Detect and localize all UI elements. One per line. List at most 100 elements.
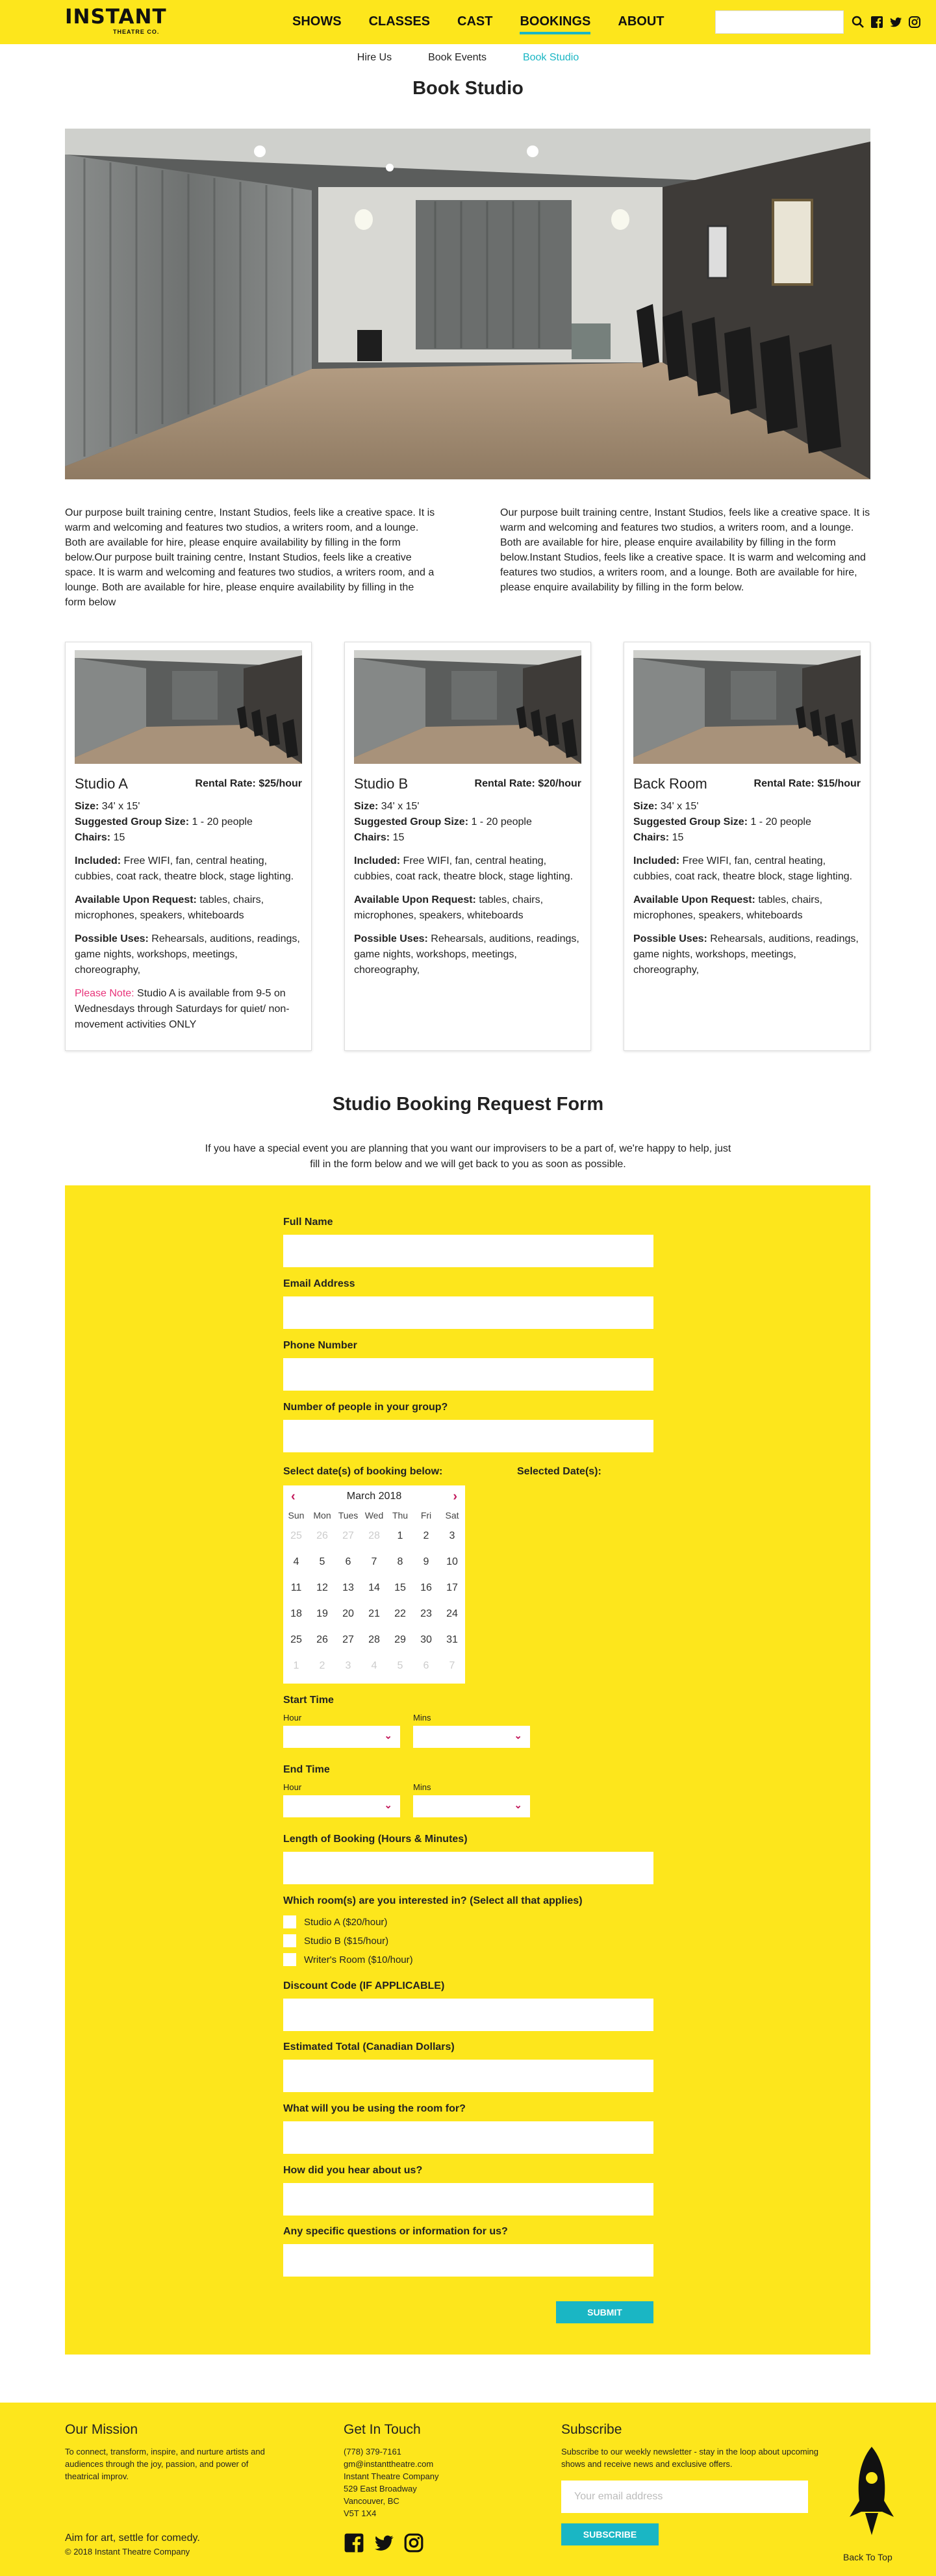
- contact-column: Get In Touch (778) 379-7161 gm@instantth…: [344, 2422, 500, 2519]
- calendar-day[interactable]: 24: [439, 1601, 465, 1627]
- instagram-icon[interactable]: [908, 16, 921, 29]
- submit-button[interactable]: SUBMIT: [556, 2301, 653, 2323]
- logo[interactable]: INSTANT THEATRE CO.: [65, 6, 166, 39]
- calendar-day: 7: [449, 1660, 455, 1671]
- calendar-day[interactable]: 31: [439, 1627, 465, 1653]
- calendar-day[interactable]: 25: [283, 1627, 309, 1653]
- twitter-icon[interactable]: [889, 16, 902, 29]
- facebook-icon[interactable]: [344, 2532, 364, 2553]
- rocket-icon[interactable]: [839, 2444, 904, 2542]
- twitter-icon[interactable]: [373, 2532, 394, 2553]
- next-month-icon[interactable]: ›: [453, 1489, 457, 1504]
- calendar-day[interactable]: 23: [413, 1601, 439, 1627]
- calendar-day[interactable]: 27: [335, 1627, 361, 1653]
- calendar-day[interactable]: 12: [309, 1575, 335, 1601]
- dow-label: Tues: [338, 1510, 359, 1521]
- calendar-day[interactable]: 28: [361, 1627, 387, 1653]
- date-picker[interactable]: ‹ March 2018 › Sun Mon Tues Wed Thu Fri …: [283, 1485, 465, 1684]
- rooms-question: Which room(s) are you interested in? (Se…: [283, 1895, 583, 1906]
- use-label: What will you be using the room for?: [283, 2103, 466, 2114]
- newsletter-email-input[interactable]: Your email address: [561, 2481, 808, 2513]
- included-label: Included:: [633, 855, 680, 866]
- search-input[interactable]: [715, 10, 844, 34]
- back-to-top-link[interactable]: Back To Top: [843, 2552, 892, 2562]
- footer: Our Mission To connect, transform, inspi…: [0, 2403, 936, 2576]
- nav-shows[interactable]: SHOWS: [292, 14, 342, 29]
- intro-right: Our purpose built training centre, Insta…: [500, 507, 870, 593]
- facebook-icon[interactable]: [870, 16, 883, 29]
- end-hour-select[interactable]: ⌄: [283, 1795, 400, 1817]
- room-option-studio-b[interactable]: Studio B ($15/hour): [283, 1934, 388, 1947]
- request-label: Available Upon Request:: [633, 894, 755, 905]
- prev-month-icon[interactable]: ‹: [291, 1489, 296, 1504]
- calendar-day[interactable]: 11: [283, 1575, 309, 1601]
- calendar-day[interactable]: 22: [387, 1601, 413, 1627]
- total-label: Estimated Total (Canadian Dollars): [283, 2041, 455, 2052]
- calendar-day[interactable]: 4: [283, 1549, 309, 1575]
- subscribe-text: Subscribe to our weekly newsletter - sta…: [561, 2447, 818, 2469]
- room-rate: Rental Rate: $15/hour: [753, 778, 861, 789]
- calendar-day[interactable]: 10: [439, 1549, 465, 1575]
- subnav-hire-us[interactable]: Hire Us: [357, 52, 392, 109]
- calendar-day[interactable]: 14: [361, 1575, 387, 1601]
- room-option-studio-a[interactable]: Studio A ($20/hour): [283, 1915, 387, 1928]
- subnav-book-studio[interactable]: Book Studio: [523, 52, 579, 109]
- calendar-day[interactable]: 26: [309, 1627, 335, 1653]
- calendar-day[interactable]: 15: [387, 1575, 413, 1601]
- nav-about[interactable]: ABOUT: [618, 14, 664, 29]
- start-hour-select[interactable]: ⌄: [283, 1726, 400, 1748]
- size-value: 34' x 15': [657, 801, 699, 812]
- mission-column: Our Mission To connect, transform, inspi…: [65, 2422, 273, 2482]
- phone-input[interactable]: [283, 1358, 653, 1391]
- subscribe-button[interactable]: SUBSCRIBE: [561, 2523, 659, 2545]
- subscribe-column: Subscribe Subscribe to our weekly newsle…: [561, 2422, 821, 2545]
- end-mins-select[interactable]: ⌄: [413, 1795, 530, 1817]
- email-input[interactable]: [283, 1296, 653, 1329]
- checkbox[interactable]: [283, 1915, 296, 1928]
- calendar-day[interactable]: 17: [439, 1575, 465, 1601]
- discount-label: Discount Code (IF APPLICABLE): [283, 1980, 445, 1991]
- hear-label: How did you hear about us?: [283, 2165, 423, 2176]
- calendar-day[interactable]: 19: [309, 1601, 335, 1627]
- nav-cast[interactable]: CAST: [457, 14, 492, 29]
- checkbox[interactable]: [283, 1934, 296, 1947]
- calendar-day[interactable]: 29: [387, 1627, 413, 1653]
- contact-email[interactable]: gm@instanttheatre.com: [344, 2458, 500, 2470]
- group-value: 1 - 20 people: [189, 816, 253, 827]
- calendar-day[interactable]: 20: [335, 1601, 361, 1627]
- questions-input[interactable]: [283, 2244, 653, 2277]
- calendar-day[interactable]: 21: [361, 1601, 387, 1627]
- calendar-day: 25: [290, 1530, 302, 1541]
- people-input[interactable]: [283, 1420, 653, 1452]
- checkbox[interactable]: [283, 1953, 296, 1966]
- length-input[interactable]: [283, 1852, 653, 1884]
- full-name-label: Full Name: [283, 1217, 333, 1228]
- room-option-writers-room[interactable]: Writer's Room ($10/hour): [283, 1953, 413, 1966]
- calendar-day[interactable]: 16: [413, 1575, 439, 1601]
- calendar-day[interactable]: 8: [387, 1549, 413, 1575]
- hear-input[interactable]: [283, 2183, 653, 2216]
- nav-classes[interactable]: CLASSES: [369, 14, 430, 29]
- total-input[interactable]: [283, 2060, 653, 2092]
- calendar-day[interactable]: 9: [413, 1549, 439, 1575]
- start-mins-select[interactable]: ⌄: [413, 1726, 530, 1748]
- full-name-input[interactable]: [283, 1235, 653, 1267]
- nav-bookings[interactable]: BOOKINGS: [520, 14, 590, 34]
- calendar-day[interactable]: 13: [335, 1575, 361, 1601]
- booking-form: Full Name Email Address Phone Number Num…: [65, 1185, 870, 2355]
- use-input[interactable]: [283, 2121, 653, 2154]
- calendar-day[interactable]: 5: [309, 1549, 335, 1575]
- contact-phone[interactable]: (778) 379-7161: [344, 2445, 500, 2458]
- search-icon[interactable]: [852, 16, 865, 29]
- calendar-day[interactable]: 2: [413, 1523, 439, 1549]
- calendar-day: 5: [397, 1660, 403, 1671]
- discount-input[interactable]: [283, 1999, 653, 2031]
- calendar-day[interactable]: 30: [413, 1627, 439, 1653]
- calendar-day[interactable]: 1: [387, 1523, 413, 1549]
- calendar-day[interactable]: 6: [335, 1549, 361, 1575]
- calendar-day[interactable]: 18: [283, 1601, 309, 1627]
- calendar-day: 27: [342, 1530, 354, 1541]
- calendar-day[interactable]: 7: [361, 1549, 387, 1575]
- calendar-day[interactable]: 3: [439, 1523, 465, 1549]
- instagram-icon[interactable]: [403, 2532, 424, 2553]
